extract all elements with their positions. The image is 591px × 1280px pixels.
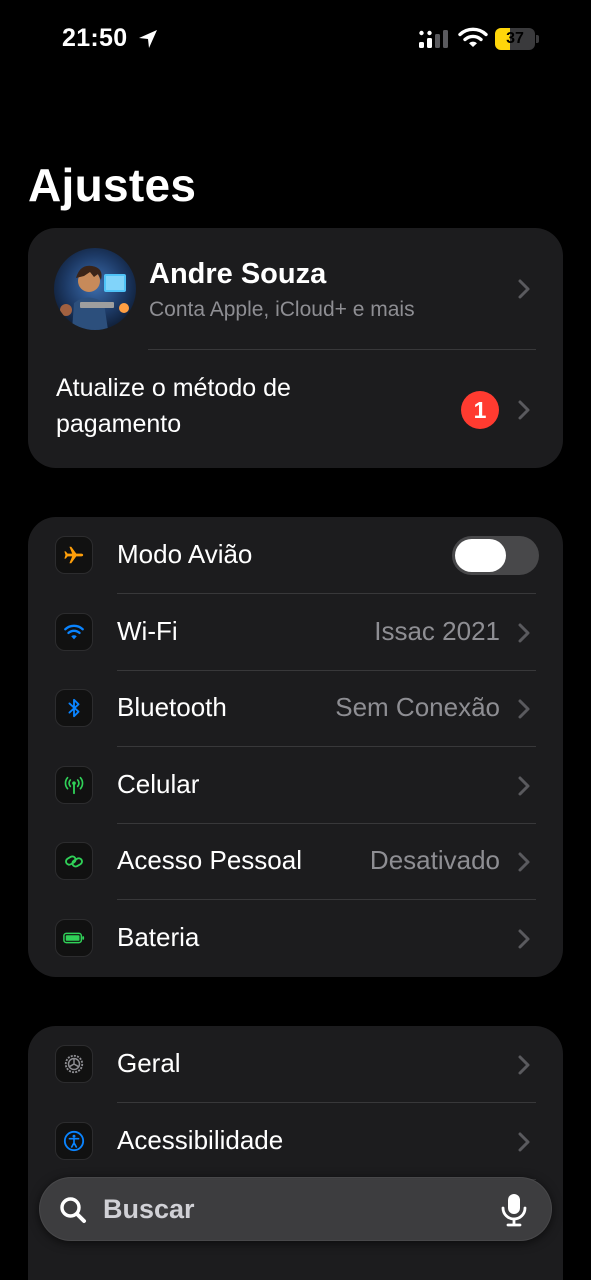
general-card: Geral Acessibilidade — [28, 1026, 563, 1280]
search-input[interactable]: Buscar — [103, 1194, 195, 1225]
wifi-network-name: Issac 2021 — [374, 615, 500, 646]
toggle-knob — [455, 539, 506, 572]
chevron-right-icon — [518, 400, 530, 420]
accessibility-icon — [55, 1121, 93, 1160]
update-payment-label[interactable]: Atualize o método de pagamento — [56, 370, 386, 442]
settings-row-cellular[interactable]: Celular — [28, 747, 563, 824]
hotspot-status: Desativado — [369, 845, 500, 875]
cellular-signal-icon — [419, 30, 448, 48]
profile-card: Andre Souza Conta Apple, iCloud+ e mais … — [28, 228, 563, 468]
link-icon — [55, 842, 93, 880]
row-label: Wi-Fi — [117, 615, 178, 646]
airplane-mode-toggle[interactable] — [452, 536, 539, 575]
settings-row-battery[interactable]: Bateria — [28, 900, 563, 977]
row-label: Bluetooth — [117, 692, 227, 722]
status-bar: 21:50 37 — [0, 0, 591, 80]
gear-icon — [55, 1045, 93, 1083]
notification-badge: 1 — [461, 391, 499, 429]
divider — [148, 349, 536, 350]
avatar[interactable] — [54, 248, 136, 330]
settings-row-wifi[interactable]: Wi-Fi Issac 2021 — [28, 594, 563, 671]
chevron-right-icon — [518, 699, 530, 719]
airplane-icon — [55, 536, 93, 574]
settings-row-accessibility[interactable]: Acessibilidade — [28, 1103, 563, 1180]
bluetooth-status: Sem Conexão — [335, 692, 500, 722]
antenna-icon — [55, 765, 93, 804]
microphone-icon[interactable] — [499, 1192, 529, 1228]
chevron-right-icon — [518, 776, 530, 795]
row-label: Geral — [117, 1048, 181, 1078]
chevron-right-icon — [518, 279, 530, 299]
row-label: Acesso Pessoal — [117, 845, 302, 875]
profile-name[interactable]: Andre Souza — [149, 258, 326, 291]
settings-row-general[interactable]: Geral — [28, 1026, 563, 1103]
battery-level: 37 — [506, 30, 524, 47]
status-time: 21:50 — [62, 24, 128, 52]
location-arrow-icon — [139, 30, 157, 48]
bluetooth-icon — [55, 689, 93, 727]
chevron-right-icon — [518, 929, 530, 948]
chevron-right-icon — [518, 1132, 530, 1151]
settings-row-airplane-mode[interactable]: Modo Avião — [28, 517, 563, 594]
row-label: Acessibilidade — [117, 1124, 284, 1155]
row-label: Celular — [117, 768, 200, 799]
row-label: Bateria — [117, 921, 200, 952]
battery-indicator: 37 — [495, 28, 541, 50]
chevron-right-icon — [518, 623, 530, 642]
profile-subtitle: Conta Apple, iCloud+ e mais — [149, 298, 415, 321]
wifi-status-icon — [458, 27, 488, 47]
connectivity-card: Modo Avião Wi-Fi Issac 2021 Bluetooth Se… — [28, 517, 563, 977]
chevron-right-icon — [518, 1055, 530, 1075]
chevron-right-icon — [518, 852, 530, 872]
settings-row-personal-hotspot[interactable]: Acesso Pessoal Desativado — [28, 823, 563, 900]
search-icon — [60, 1197, 86, 1223]
page-title: Ajustes — [28, 159, 197, 211]
row-label: Modo Avião — [117, 539, 253, 569]
battery-icon — [55, 918, 93, 957]
wifi-icon — [55, 612, 93, 651]
search-bar[interactable]: Buscar — [39, 1177, 552, 1241]
settings-row-bluetooth[interactable]: Bluetooth Sem Conexão — [28, 670, 563, 747]
